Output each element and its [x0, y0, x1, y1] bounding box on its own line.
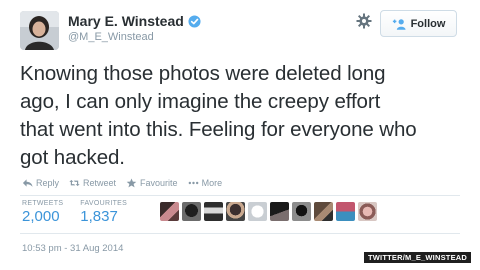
- tweet-text: Knowing those photos were deleted long a…: [20, 60, 460, 172]
- more-action[interactable]: More: [188, 178, 223, 188]
- tweet-actions: Reply Retweet Favourite More: [22, 178, 222, 188]
- more-dots-icon: [188, 181, 198, 185]
- favouriter-avatar[interactable]: [182, 202, 201, 221]
- retweets-count: 2,000: [22, 208, 60, 225]
- follow-button[interactable]: Follow: [380, 10, 457, 37]
- tweet-text-line: that went into this. Feeling for everyon…: [20, 118, 417, 141]
- retweet-label: Retweet: [83, 178, 117, 188]
- tweet-text-line: ago, I can only imagine the creepy effor…: [20, 90, 381, 113]
- favourite-label: Favourite: [140, 178, 178, 188]
- reply-icon: [22, 179, 33, 187]
- follow-button-label: Follow: [410, 17, 446, 30]
- favouriter-avatar[interactable]: [292, 202, 311, 221]
- display-name-text[interactable]: Mary E. Winstead: [68, 13, 184, 29]
- user-handle[interactable]: @M_E_Winstead: [68, 31, 154, 43]
- favouriter-avatar[interactable]: [270, 202, 289, 221]
- image-credit: TWITTER/M_E_WINSTEAD: [364, 252, 471, 263]
- reply-action[interactable]: Reply: [22, 178, 59, 188]
- profile-photo: [20, 11, 59, 50]
- favouriter-avatar[interactable]: [336, 202, 355, 221]
- favouriter-avatars: [160, 202, 377, 221]
- retweet-icon: [69, 179, 80, 187]
- gear-icon[interactable]: [356, 13, 372, 29]
- tweet-text-line: Knowing those photos were deleted long: [20, 62, 386, 85]
- favourites-label: FAVOURITES: [80, 200, 128, 207]
- verified-badge-icon: [188, 14, 201, 28]
- tweet-timestamp[interactable]: 10:53 pm - 31 Aug 2014: [22, 243, 123, 254]
- favourite-action[interactable]: Favourite: [126, 178, 178, 188]
- favouriter-avatar[interactable]: [314, 202, 333, 221]
- favouriter-avatar[interactable]: [204, 202, 223, 221]
- follow-user-icon: [392, 18, 406, 30]
- favourites-stat[interactable]: FAVOURITES 1,837: [80, 200, 127, 225]
- reply-label: Reply: [36, 178, 60, 188]
- retweet-action[interactable]: Retweet: [69, 178, 116, 188]
- divider: [20, 233, 460, 234]
- favouriter-avatar[interactable]: [358, 202, 377, 221]
- tweet-text-line: got hacked.: [20, 146, 125, 169]
- retweets-label: RETWEETS: [22, 200, 64, 207]
- divider: [20, 195, 460, 196]
- more-label: More: [201, 178, 223, 188]
- favouriter-avatar[interactable]: [160, 202, 179, 221]
- profile-avatar[interactable]: [20, 11, 59, 50]
- display-name[interactable]: Mary E. Winstead: [68, 13, 201, 29]
- tweet-stats: RETWEETS 2,000 FAVOURITES 1,837: [22, 200, 127, 225]
- favourites-count: 1,837: [80, 208, 118, 225]
- favouriter-avatar[interactable]: [226, 202, 245, 221]
- favouriter-avatar[interactable]: [248, 202, 267, 221]
- star-icon: [126, 178, 137, 188]
- retweets-stat[interactable]: RETWEETS 2,000: [22, 200, 63, 225]
